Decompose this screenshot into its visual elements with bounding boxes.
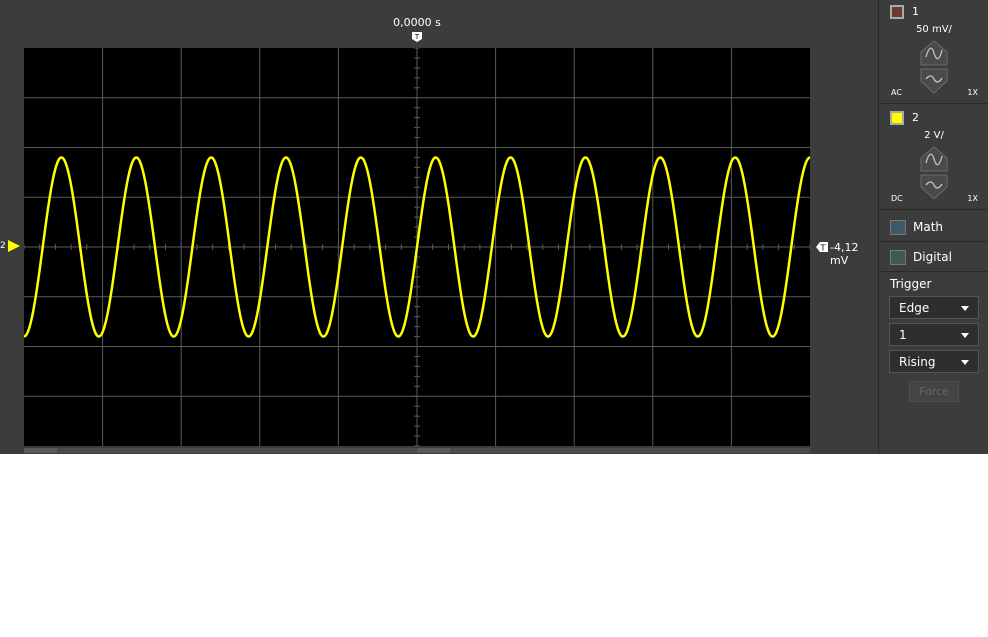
trigger-source-value: 1 [899,328,907,342]
channel-1-block[interactable]: 1 50 mV/ AC 1X [879,0,988,104]
trigger-time-label: 0,0000 s [393,16,441,29]
trigger-type-select[interactable]: Edge [889,296,979,319]
math-color-swatch [890,220,906,235]
scrollbar-thumb-center[interactable] [417,448,450,453]
channel-1-color-swatch[interactable] [890,5,904,19]
oscilloscope-app: 0,0000 s T 2 T -4,12 mV 1 50 mV/ AC 1X 2… [0,0,988,454]
trigger-section-title: Trigger [890,277,932,291]
digital-label: Digital [913,250,952,264]
channel-2-name: 2 [912,111,919,124]
channel-1-name: 1 [912,5,919,18]
trigger-position-marker-icon[interactable]: T [411,31,423,43]
waveform-svg [24,48,810,446]
channel-1-scale: 50 mV/ [916,24,952,35]
svg-text:T: T [414,33,420,41]
channel-2-scale-up-icon[interactable] [920,146,948,172]
channel-2-probe[interactable]: 1X [967,194,978,203]
channel-2-offset-marker[interactable]: 2 [0,239,22,253]
horizontal-scrollbar[interactable] [24,448,810,453]
channel-2-coupling[interactable]: DC [891,194,903,203]
control-side-panel: 1 50 mV/ AC 1X 2 2 V/ DC 1X Math Digital… [878,0,988,454]
channel-1-coupling[interactable]: AC [891,88,902,97]
channel-2-scale: 2 V/ [924,130,944,141]
trigger-level-label: -4,12 mV [830,241,859,267]
chevron-down-icon [961,360,969,365]
chevron-down-icon [961,306,969,311]
trigger-slope-value: Rising [899,355,936,369]
channel-2-block[interactable]: 2 2 V/ DC 1X [879,106,988,210]
scrollbar-thumb-left[interactable] [24,448,57,453]
digital-menu-item[interactable]: Digital [879,242,988,272]
channel-1-probe[interactable]: 1X [967,88,978,97]
channel-2-scale-down-icon[interactable] [920,174,948,200]
digital-color-swatch [890,250,906,265]
waveform-plot[interactable] [24,48,810,446]
scope-display-area: 0,0000 s T 2 T -4,12 mV [0,0,878,454]
trigger-slope-select[interactable]: Rising [889,350,979,373]
channel-2-color-swatch[interactable] [890,111,904,125]
chevron-down-icon [961,333,969,338]
math-label: Math [913,220,944,234]
force-trigger-button[interactable]: Force [909,381,959,402]
channel-1-scale-up-icon[interactable] [920,40,948,66]
trigger-source-select[interactable]: 1 [889,323,979,346]
trigger-type-value: Edge [899,301,930,315]
svg-text:T: T [820,244,826,253]
channel-offset-arrow-icon [8,240,20,252]
channel-1-scale-down-icon[interactable] [920,68,948,94]
math-menu-item[interactable]: Math [879,212,988,242]
trigger-level-marker-icon[interactable]: T [815,240,829,254]
